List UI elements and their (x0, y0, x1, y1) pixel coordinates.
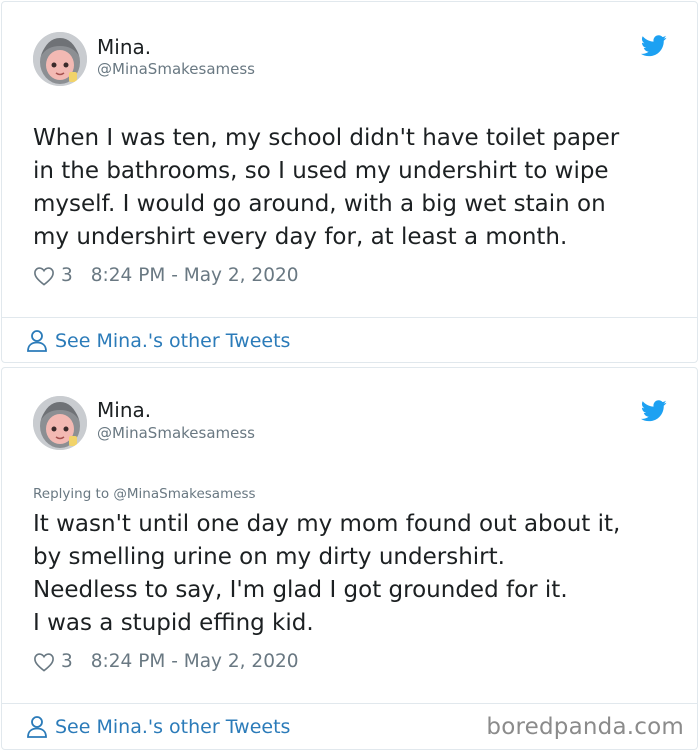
author-handle[interactable]: @MinaSmakesamess (97, 60, 255, 78)
replying-to[interactable]: Replying to @MinaSmakesamess (33, 486, 256, 502)
person-icon (27, 330, 47, 352)
avatar[interactable] (33, 32, 87, 86)
divider (2, 317, 697, 318)
heart-icon[interactable] (33, 266, 55, 286)
heart-icon[interactable] (33, 652, 55, 672)
see-other-tweets-link[interactable]: See Mina.'s other Tweets (26, 715, 290, 739)
tweet-text-line: Needless to say, I'm glad I got grounded… (33, 577, 568, 603)
tweet-card-1: Mina. @MinaSmakesamess When I was ten, m… (1, 1, 698, 363)
like-count: 3 (61, 265, 73, 286)
tweet-meta: 3 8:24 PM - May 2, 2020 (33, 651, 299, 672)
twitter-bird-icon[interactable] (641, 35, 667, 57)
see-other-tweets-link[interactable]: See Mina.'s other Tweets (26, 329, 290, 353)
divider (2, 703, 697, 704)
twitter-bird-icon[interactable] (641, 400, 667, 422)
tweet-text-line: by smelling urine on my dirty undershirt… (33, 544, 505, 570)
author-name[interactable]: Mina. (97, 398, 151, 422)
like-count: 3 (61, 651, 73, 672)
see-other-tweets-label[interactable]: See Mina.'s other Tweets (55, 330, 290, 352)
tweet-text: It wasn't until one day my mom found out… (33, 508, 673, 640)
see-other-tweets-label[interactable]: See Mina.'s other Tweets (55, 716, 290, 738)
tweet-text: When I was ten, my school didn't have to… (33, 122, 673, 254)
watermark: boredpanda.com (486, 714, 684, 740)
tweet-text-line: It wasn't until one day my mom found out… (33, 511, 621, 537)
tweet-text-line: I was a stupid effing kid. (33, 610, 314, 636)
author-name[interactable]: Mina. (97, 35, 151, 59)
tweet-text-line: in the bathrooms, so I used my undershir… (33, 158, 609, 184)
avatar-illustration (33, 396, 87, 450)
person-icon (27, 716, 47, 738)
tweet-meta: 3 8:24 PM - May 2, 2020 (33, 265, 299, 286)
timestamp[interactable]: 8:24 PM - May 2, 2020 (91, 265, 299, 286)
timestamp[interactable]: 8:24 PM - May 2, 2020 (91, 651, 299, 672)
author-handle[interactable]: @MinaSmakesamess (97, 424, 255, 442)
tweet-text-line: myself. I would go around, with a big we… (33, 191, 606, 217)
tweet-text-line: When I was ten, my school didn't have to… (33, 125, 620, 151)
tweet-text-line: my undershirt every day for, at least a … (33, 224, 568, 250)
tweet-card-2: Mina. @MinaSmakesamess Replying to @Mina… (1, 367, 698, 750)
avatar-illustration (33, 32, 87, 86)
avatar[interactable] (33, 396, 87, 450)
